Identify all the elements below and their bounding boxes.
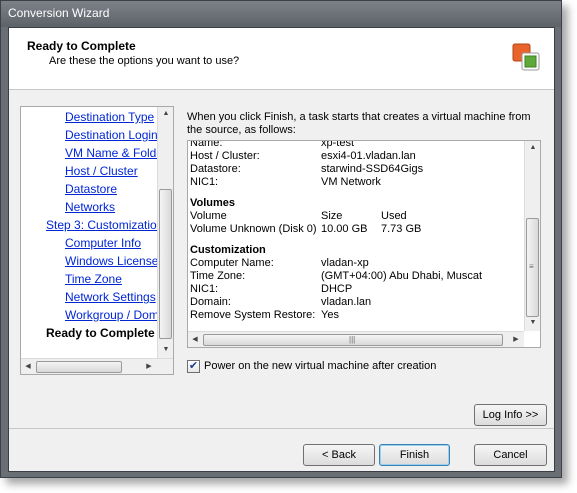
power-on-label[interactable]: Power on the new virtual machine after c… (204, 360, 436, 373)
summary-intro-text: When you click Finish, a task starts tha… (187, 111, 531, 136)
log-info-button[interactable]: Log Info >> (474, 404, 547, 426)
customization-row-value: vladan.lan (321, 296, 372, 308)
footer-divider (9, 428, 554, 429)
scroll-right-icon[interactable]: ▶ (509, 333, 523, 347)
summary-box: Name: xp-test Host / Cluster: esxi4-01.vlad… (187, 140, 541, 348)
title-bar[interactable]: Conversion Wizard (1, 1, 561, 27)
scroll-up-icon[interactable]: ▲ (525, 141, 540, 155)
wizard-step-list: Destination Type Destination Login VM Name… (20, 106, 174, 375)
power-on-checkbox[interactable]: ✔ (187, 360, 200, 373)
wizard-step-item[interactable]: Networks (65, 200, 115, 214)
summary-row-label: NIC1: (190, 176, 219, 188)
volume-size: 10.00 GB (321, 223, 368, 235)
customization-row-label: Domain: (190, 296, 231, 308)
step-list-horizontal-scrollbar[interactable]: ◀ ▶ (21, 358, 173, 374)
scrollbar-thumb[interactable]: ||| (203, 334, 503, 346)
step-list-vertical-scrollbar[interactable]: ▲ ▼ (157, 107, 173, 358)
wizard-step-item[interactable]: Destination Login (65, 128, 158, 142)
scroll-up-icon[interactable]: ▲ (158, 107, 173, 121)
summary-content: Name: xp-test Host / Cluster: esxi4-01.vlad… (190, 140, 520, 322)
summary-row-label: Name: (190, 140, 223, 149)
scrollbar-thumb[interactable]: ≡ (526, 218, 539, 317)
scroll-down-icon[interactable]: ▼ (525, 316, 540, 330)
wizard-step-item[interactable]: Time Zone (65, 272, 122, 286)
back-button[interactable]: < Back (303, 444, 375, 466)
thumb-grip-icon: ≡ (529, 262, 534, 271)
wizard-step-item[interactable]: Computer Info (65, 236, 141, 250)
size-column-header: Size (321, 210, 343, 222)
customization-row-label: Remove System Restore: (190, 309, 316, 321)
wizard-step-item[interactable]: Windows License (65, 254, 158, 268)
summary-row: Host / Cluster: esxi4-01.vladan.lan (190, 150, 520, 163)
scrollbar-thumb[interactable] (159, 189, 172, 339)
window-title: Conversion Wizard (8, 6, 110, 20)
customization-row: Domain: vladan.lan (190, 296, 520, 309)
wizard-step-item[interactable]: Datastore (65, 182, 117, 196)
wizard-header: Ready to Complete Are these the options … (9, 28, 554, 90)
wizard-step-item[interactable]: Host / Cluster (65, 164, 138, 178)
summary-row-value: xp-test (321, 140, 355, 149)
volume-column-header: Volume (190, 210, 227, 222)
summary-row: Datastore: starwind-SSD64Gigs (190, 163, 520, 176)
scroll-right-icon[interactable]: ▶ (142, 360, 156, 374)
wizard-client-area: Ready to Complete Are these the options … (8, 27, 555, 472)
customization-row-value: Yes (321, 309, 339, 321)
volume-row: Volume Unknown (Disk 0) 10.00 GB 7.73 GB (190, 223, 520, 236)
converter-logo-icon (512, 43, 540, 71)
customization-row: Computer Name: vladan-xp (190, 257, 520, 270)
summary-row: NIC1: VM Network (190, 176, 520, 189)
volumes-header-row: Volume Size Used (190, 210, 520, 223)
wizard-window: Conversion Wizard Ready to Complete Are … (0, 0, 562, 478)
summary-row: Name: xp-test (190, 140, 520, 150)
finish-button[interactable]: Finish (379, 444, 450, 466)
thumb-grip-icon: ||| (349, 335, 356, 344)
summary-row-value: starwind-SSD64Gigs (321, 163, 424, 175)
wizard-step-item[interactable]: Network Settings (65, 290, 156, 304)
summary-horizontal-scrollbar[interactable]: ◀ ||| ▶ (188, 331, 524, 347)
customization-row-value: vladan-xp (321, 257, 369, 269)
customization-row: Remove System Restore: Yes (190, 309, 520, 322)
customization-row: NIC1: DHCP (190, 283, 520, 296)
summary-vertical-scrollbar[interactable]: ▲ ≡ ▼ (524, 141, 540, 331)
summary-row-value: esxi4-01.vladan.lan (321, 150, 416, 162)
volume-rows: Volume Unknown (Disk 0) 10.00 GB 7.73 GB (190, 223, 520, 236)
cancel-button[interactable]: Cancel (474, 444, 547, 466)
scroll-left-icon[interactable]: ◀ (21, 360, 35, 374)
customization-row-label: Computer Name: (190, 257, 274, 269)
scrollbar-thumb[interactable] (36, 361, 122, 373)
summary-row-label: Datastore: (190, 163, 241, 175)
scroll-down-icon[interactable]: ▼ (158, 343, 173, 357)
checkmark-icon: ✔ (188, 360, 199, 372)
customization-heading: Customization (190, 244, 266, 256)
wizard-step-item[interactable]: Destination Type (65, 110, 154, 124)
page-title: Ready to Complete (27, 39, 136, 53)
volume-name: Volume Unknown (Disk 0) (190, 223, 317, 235)
customization-row: Time Zone: (GMT+04:00) Abu Dhabi, Muscat (190, 270, 520, 283)
page-subtitle: Are these the options you want to use? (49, 55, 240, 67)
customization-row-label: NIC1: (190, 283, 219, 295)
summary-row-value: VM Network (321, 176, 381, 188)
customization-row-value: (GMT+04:00) Abu Dhabi, Muscat (321, 270, 483, 282)
customization-row-value: DHCP (321, 283, 353, 295)
customization-row-label: Time Zone: (190, 270, 246, 282)
wizard-step-item: Ready to Complete (46, 326, 155, 340)
customization-rows: Computer Name: vladan-xp Time Zone: (GMT+04… (190, 257, 520, 322)
wizard-step-item[interactable]: VM Name & Folder (65, 146, 167, 160)
volumes-heading: Volumes (190, 197, 236, 209)
summary-general-rows: Name: xp-test Host / Cluster: esxi4-01.vlad… (190, 140, 520, 189)
scroll-left-icon[interactable]: ◀ (188, 333, 202, 347)
summary-row-label: Host / Cluster: (190, 150, 260, 162)
volume-used: 7.73 GB (381, 223, 422, 235)
used-column-header: Used (381, 210, 407, 222)
wizard-step-item[interactable]: Step 3: Customization (46, 218, 163, 232)
